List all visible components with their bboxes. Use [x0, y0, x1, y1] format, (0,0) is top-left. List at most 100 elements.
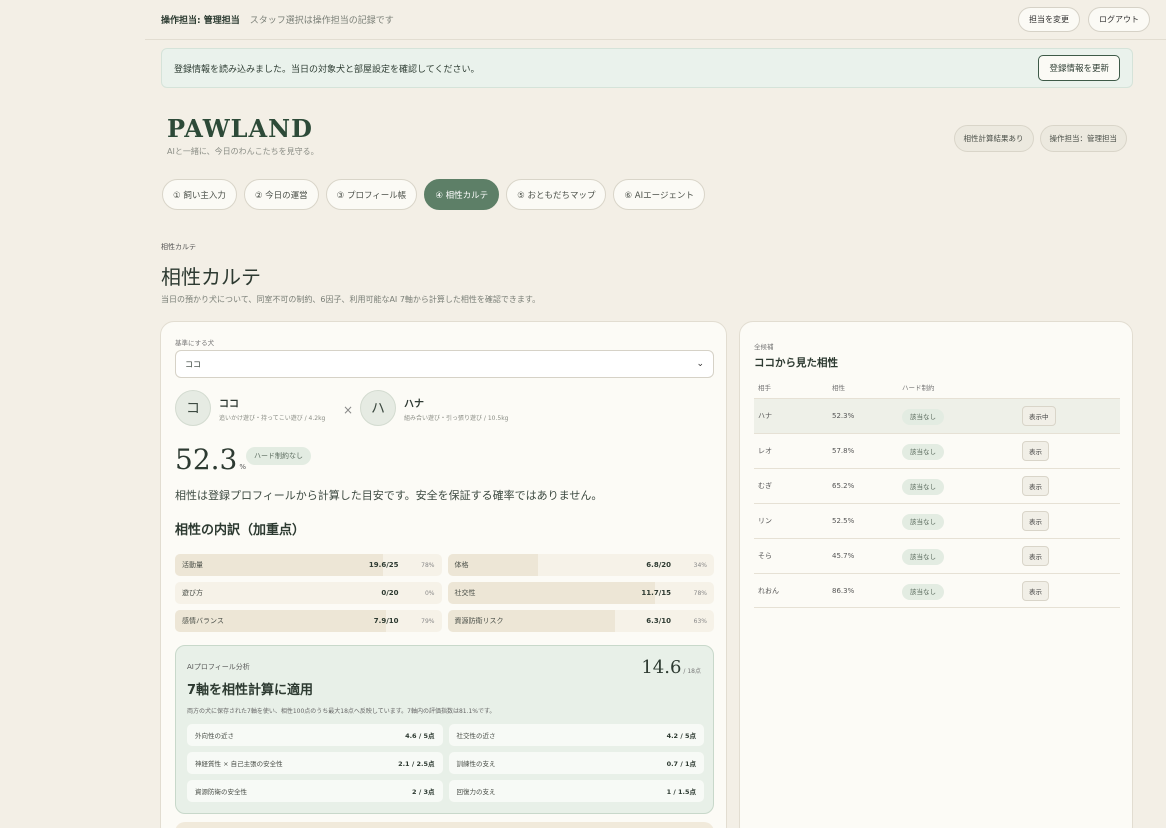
table-row[interactable]: ハナ 52.3% 該当なし 表示中: [754, 398, 1120, 433]
score-unit: %: [239, 463, 246, 471]
ai-axis-label: 回復力の支え: [456, 788, 496, 796]
ai-axis-value: 2.1 / 2.5点: [398, 760, 435, 768]
hard-constraint-chip: 該当なし: [902, 549, 944, 565]
pet-b-name: ハナ: [404, 398, 424, 410]
brand: PAWLAND AIと一緒に、今日のわんこたちを見守る。: [167, 114, 319, 157]
ai-axis-value: 4.2 / 5点: [666, 732, 696, 740]
top-bar: 操作担当: 管理担当 スタッフ選択は操作担当の記録です 担当を変更 ログアウト: [145, 0, 1166, 40]
brand-tagline: AIと一緒に、今日のわんこたちを見守る。: [167, 147, 319, 156]
ai-score-unit: / 18点: [683, 668, 701, 675]
breakdown-percent: 78%: [693, 589, 707, 597]
avatar: ハ: [360, 390, 396, 426]
tab-today-operations[interactable]: ② 今日の運営: [243, 179, 319, 210]
breakdown-value: 0/20: [381, 589, 399, 597]
section-label: 相性カルテ: [161, 243, 196, 251]
base-dog-value: ココ: [185, 359, 201, 369]
refresh-registration-button[interactable]: 登録情報を更新: [1038, 55, 1120, 81]
hard-constraint-chip: 該当なし: [902, 444, 944, 460]
partner-name: そら: [758, 552, 772, 560]
main-tabs: ① 飼い主入力 ② 今日の運営 ③ プロフィール帳 ④ 相性カルテ ⑤ おともだ…: [162, 179, 705, 210]
ai-score-value: 14.6: [641, 657, 682, 678]
breakdown-title: 相性の内訳（加重点）: [175, 523, 306, 538]
ai-axis-label: 社交性の近さ: [456, 732, 496, 740]
page-description: 当日の預かり犬について、同室不可の制約、6因子、利用可能なAI 7軸から計算した…: [161, 295, 541, 304]
breakdown-label: 活動量: [182, 561, 203, 569]
hard-constraint-chip: 該当なし: [902, 479, 944, 495]
hard-constraint-chip: 該当なし: [902, 514, 944, 530]
ai-axis-label: 資源防衛の安全性: [195, 788, 247, 796]
show-button[interactable]: 表示: [1022, 441, 1049, 461]
ai-axis-value: 0.7 / 1点: [666, 760, 696, 768]
hard-constraint-chip: ハード制約なし: [246, 447, 311, 465]
breakdown-percent: 79%: [421, 617, 435, 625]
table-row[interactable]: そら 45.7% 該当なし 表示: [754, 538, 1120, 573]
tab-owner-input[interactable]: ① 飼い主入力: [162, 179, 237, 210]
pet-b-details: 組み合い遊び・引っ張り遊び / 10.5kg: [404, 414, 509, 422]
compatibility-detail-card: 基準にする犬 ココ ⌄ コ ココ 追いかけ遊び・持ってこい遊び / 4.2kg …: [160, 321, 727, 828]
notice-message: 登録情報を読み込みました。当日の対象犬と部屋設定を確認してください。: [174, 64, 480, 75]
breakdown-grid: 活動量 19.6/25 78% 体格 6.8/20 34% 遊び方 0/20 0% 社交性 1…: [175, 554, 714, 632]
breakdown-row: 感情バランス 7.9/10 79%: [175, 610, 442, 632]
show-button[interactable]: 表示: [1022, 580, 1049, 601]
pet-b: ハ ハナ 組み合い遊び・引っ張り遊び / 10.5kg: [360, 390, 508, 426]
ai-axis-value: 4.6 / 5点: [405, 732, 435, 740]
tab-profile-book[interactable]: ③ プロフィール帳: [325, 179, 418, 210]
base-dog-select[interactable]: ココ ⌄: [175, 350, 714, 378]
partner-score: 52.5%: [832, 517, 855, 525]
breakdown-value: 7.9/10: [373, 617, 399, 625]
ai-axis-value: 2 / 3点: [412, 788, 435, 796]
breakdown-value: 19.6/25: [368, 561, 399, 569]
show-button[interactable]: 表示中: [1022, 406, 1056, 426]
pet-a-name: ココ: [219, 398, 239, 410]
next-section-stub: [175, 822, 714, 828]
breakdown-percent: 0%: [424, 589, 435, 597]
show-button[interactable]: 表示: [1022, 546, 1049, 566]
chevron-down-icon: ⌄: [696, 359, 704, 369]
partner-score: 65.2%: [832, 482, 855, 490]
table-row[interactable]: リン 52.5% 該当なし 表示: [754, 503, 1120, 538]
ai-axis-label: 訓練性の支え: [456, 760, 496, 768]
header-partner: 相手: [758, 384, 771, 392]
partner-name: リン: [758, 517, 772, 525]
header-hard-constraint: ハード制約: [902, 384, 935, 392]
ai-axis-row: 回復力の支え 1 / 1.5点: [448, 780, 704, 802]
breakdown-label: 社交性: [454, 589, 476, 597]
table-row[interactable]: むぎ 65.2% 該当なし 表示: [754, 468, 1120, 503]
partner-score: 86.3%: [832, 586, 855, 595]
breakdown-value: 6.8/20: [646, 561, 671, 569]
operator-label: 操作担当: 管理担当: [161, 16, 240, 26]
breakdown-label: 資源防衛リスク: [454, 617, 504, 625]
breakdown-row: 資源防衛リスク 6.3/10 63%: [447, 610, 714, 632]
show-button[interactable]: 表示: [1022, 476, 1049, 496]
ai-title: 7軸を相性計算に適用: [187, 683, 314, 698]
pet-a-details: 追いかけ遊び・持ってこい遊び / 4.2kg: [219, 414, 326, 422]
result-status-chip: 相性計算結果あり: [953, 125, 1034, 152]
breakdown-percent: 78%: [421, 561, 435, 569]
breakdown-row: 活動量 19.6/25 78%: [175, 554, 442, 576]
base-dog-label: 基準にする犬: [175, 339, 215, 347]
breakdown-percent: 63%: [693, 617, 707, 625]
ai-axis-row: 資源防衛の安全性 2 / 3点: [187, 780, 443, 802]
table-row[interactable]: レオ 57.8% 該当なし 表示: [754, 433, 1120, 468]
hard-constraint-chip: 該当なし: [902, 583, 944, 600]
operator-chip: 操作担当：管理担当: [1039, 125, 1127, 152]
ai-axis-row: 訓練性の支え 0.7 / 1点: [448, 752, 704, 774]
logout-button[interactable]: ログアウト: [1088, 7, 1150, 32]
change-operator-button[interactable]: 担当を変更: [1018, 7, 1080, 32]
tab-compatibility-chart[interactable]: ④ 相性カルテ: [424, 179, 500, 210]
operator-description: スタッフ選択は操作担当の記録です: [249, 16, 394, 26]
tab-friends-map[interactable]: ⑤ おともだちマップ: [506, 179, 607, 210]
ai-axis-row: 社交性の近さ 4.2 / 5点: [448, 724, 704, 746]
partner-score: 45.7%: [832, 552, 855, 560]
ai-kicker: AIプロフィール分析: [187, 663, 250, 671]
partner-name: むぎ: [758, 482, 772, 490]
show-button[interactable]: 表示: [1022, 511, 1049, 531]
partner-score: 52.3%: [832, 412, 855, 420]
table-row[interactable]: れおん 86.3% 該当なし 表示: [754, 573, 1120, 608]
times-icon: ×: [343, 403, 354, 417]
hard-constraint-chip: 該当なし: [902, 409, 944, 425]
ai-axis-label: 外向性の近さ: [195, 732, 234, 740]
notice-banner: 登録情報を読み込みました。当日の対象犬と部屋設定を確認してください。 登録情報を…: [161, 48, 1133, 88]
avatar: コ: [175, 390, 211, 426]
tab-ai-agent[interactable]: ⑥ AIエージェント: [613, 179, 705, 210]
